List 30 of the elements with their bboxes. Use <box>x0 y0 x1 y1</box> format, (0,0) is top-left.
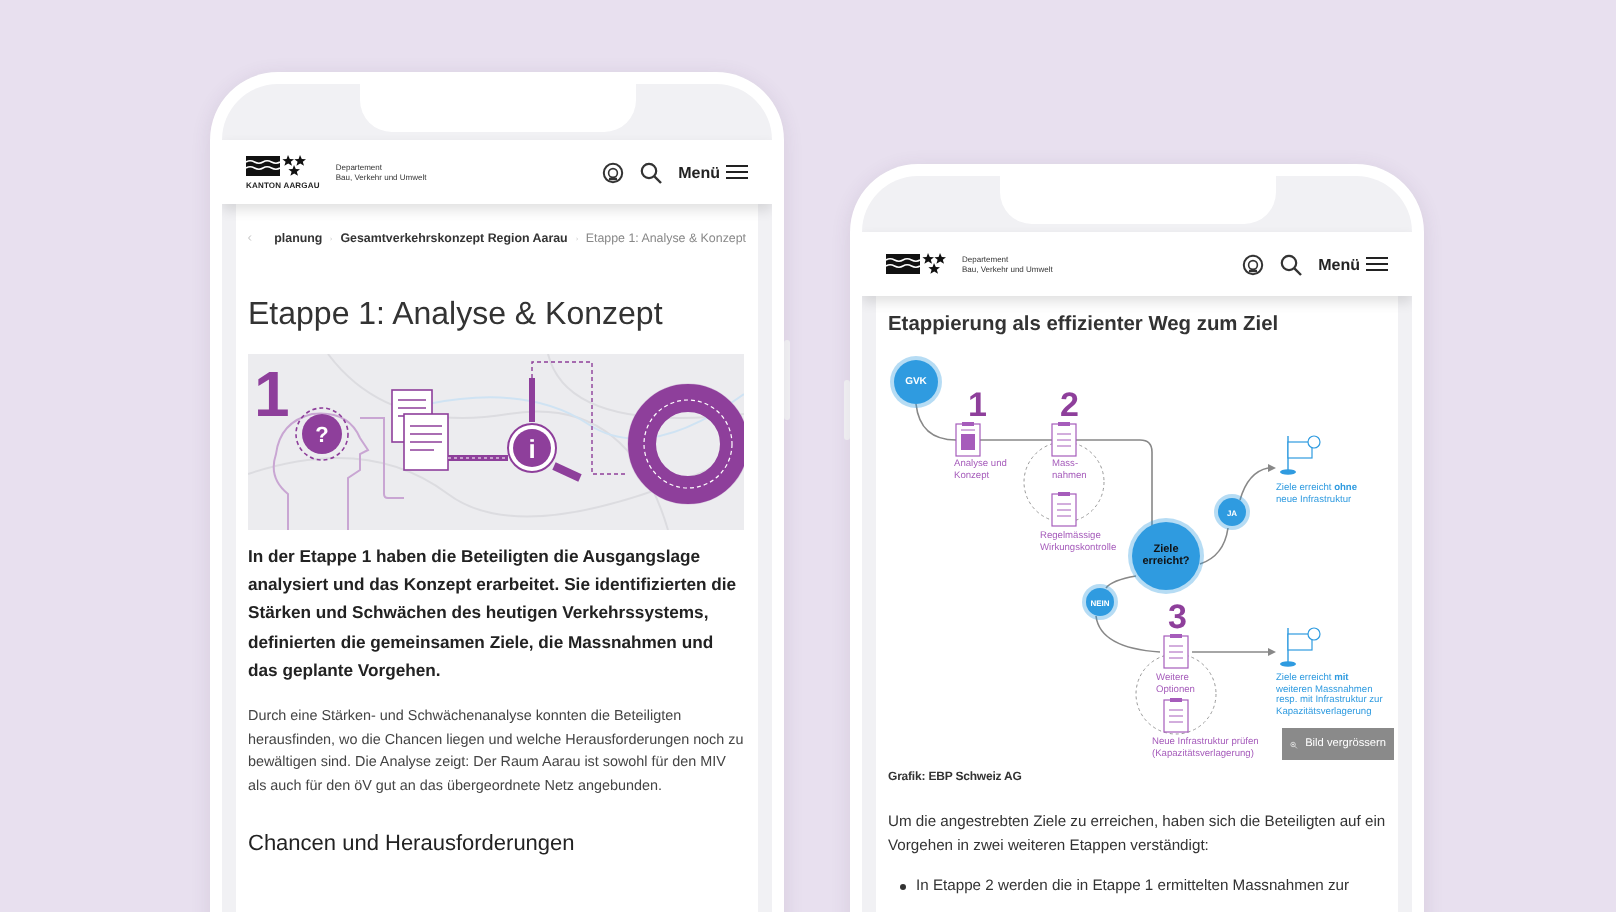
info-mark: i <box>528 434 536 464</box>
lead-paragraph: In der Etappe 1 haben die Beteiligten die Ausgangslage analysiert und das Konzept erarbeitet. Sie identifizierten die Stärken und Schwächen des heutigen Verkehrssystems, definierten die gemeinsamen Ziele, die Massnahmen und das geplante Vorgehen. <box>248 544 739 684</box>
canton-flag-logo <box>246 154 306 178</box>
document-icon <box>1051 492 1077 527</box>
arrow-head <box>1268 464 1276 472</box>
canton-flag-logo <box>886 252 946 276</box>
page-title: Etappe 1: Analyse & Konzept <box>248 298 665 334</box>
stage-number: 3 <box>1168 600 1187 634</box>
section-heading: Chancen und Herausforderungen <box>248 832 577 857</box>
search-icon[interactable] <box>640 161 663 183</box>
arrow-head <box>1268 648 1276 656</box>
bullet-dot <box>900 883 906 889</box>
document-icon <box>1051 422 1077 457</box>
menu-button[interactable]: Menü <box>678 163 748 181</box>
stage-number: 1 <box>968 388 987 422</box>
stage-number: 2 <box>1060 388 1079 422</box>
target-ring-drawing <box>627 383 744 505</box>
flag-check-icon <box>1280 627 1321 667</box>
menu-icon <box>1366 256 1388 272</box>
document-icon <box>955 422 981 457</box>
zoom-icon <box>1290 737 1298 751</box>
menu-button[interactable]: Menü <box>1318 255 1388 273</box>
menu-icon <box>726 164 748 180</box>
document-icon <box>1163 634 1189 669</box>
stage-number: 1 <box>254 358 290 430</box>
section-title: Etappierung als effizienter Weg zum Ziel <box>888 314 1281 336</box>
question-mark: ? <box>315 424 329 448</box>
document-icon <box>1163 698 1189 733</box>
flag-check-icon <box>1280 435 1321 475</box>
search-icon[interactable] <box>1280 253 1303 275</box>
